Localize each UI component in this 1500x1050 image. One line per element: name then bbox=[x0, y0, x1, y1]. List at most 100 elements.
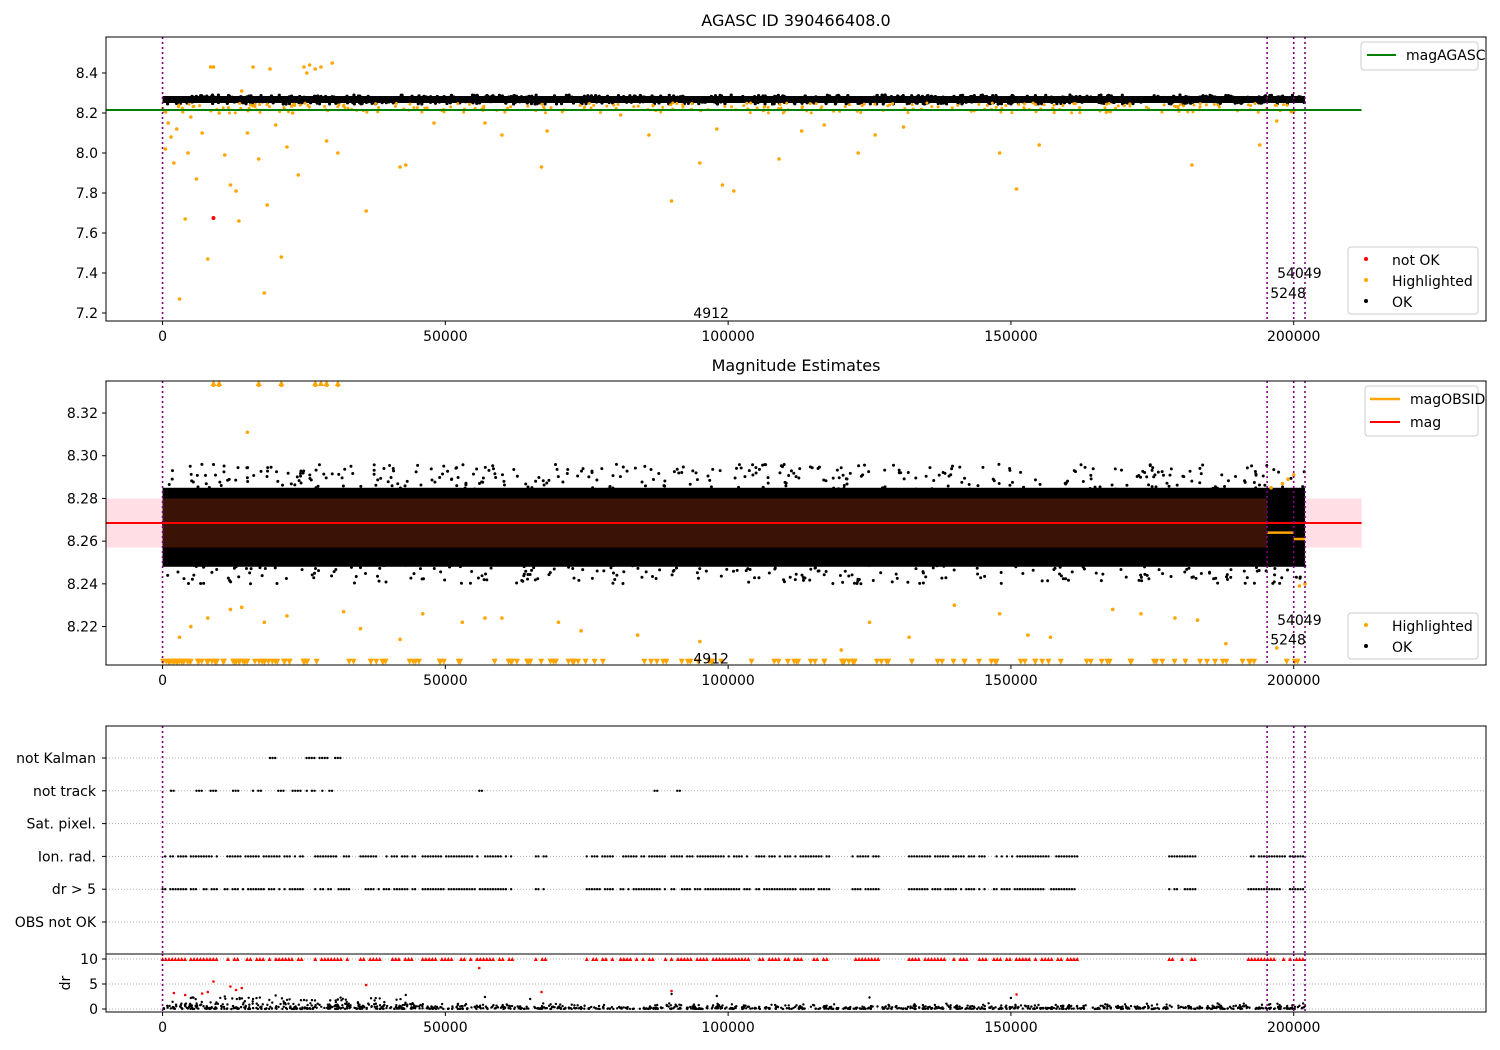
dr-point bbox=[1079, 1007, 1083, 1010]
ok-point bbox=[389, 475, 393, 479]
ok-point bbox=[1283, 548, 1287, 552]
highlighted-point bbox=[290, 111, 295, 115]
obsid-annotation: 4912 bbox=[693, 306, 729, 322]
ok-point bbox=[1025, 94, 1029, 98]
flag-point bbox=[967, 888, 971, 891]
ok-point bbox=[1254, 566, 1258, 570]
ok-point bbox=[1101, 572, 1105, 576]
dr-point bbox=[280, 997, 284, 1000]
dr-point bbox=[742, 1006, 746, 1009]
ok-point bbox=[1224, 93, 1228, 98]
flag-point bbox=[1018, 888, 1022, 891]
ok-point bbox=[1259, 101, 1263, 105]
flag-point bbox=[1294, 888, 1297, 891]
ok-point bbox=[793, 578, 797, 582]
ok-point bbox=[1281, 527, 1285, 531]
ok-point bbox=[449, 563, 453, 567]
ok-point bbox=[500, 473, 504, 477]
flag-point bbox=[321, 888, 325, 891]
highlighted-point bbox=[977, 102, 981, 106]
flag-point bbox=[1252, 855, 1255, 858]
ok-point bbox=[668, 96, 672, 100]
flag-point bbox=[406, 888, 409, 891]
legend-label: OK bbox=[1392, 295, 1413, 311]
flag-point bbox=[340, 888, 343, 891]
ok-point bbox=[993, 563, 997, 567]
ok-point bbox=[753, 576, 757, 580]
ok-point bbox=[982, 95, 986, 99]
ok-point bbox=[199, 547, 203, 551]
dr-point bbox=[583, 1004, 586, 1007]
ok-point bbox=[808, 578, 812, 582]
ok-point bbox=[286, 471, 290, 475]
ok-point bbox=[472, 93, 476, 98]
ok-point bbox=[905, 101, 909, 106]
ok-point bbox=[458, 565, 462, 569]
flag-point bbox=[439, 888, 443, 891]
flag-point bbox=[745, 855, 749, 858]
ok-point bbox=[688, 482, 692, 486]
flag-point bbox=[473, 888, 476, 891]
dr-point bbox=[347, 1002, 350, 1005]
ok-point bbox=[1243, 480, 1247, 484]
y-tick-label: 8.0 bbox=[76, 146, 98, 162]
ok-point bbox=[1217, 100, 1222, 104]
highlighted-point bbox=[1078, 106, 1082, 110]
ok-point bbox=[1066, 578, 1070, 582]
flag-point bbox=[680, 888, 684, 891]
highlighted-low-marker bbox=[1017, 658, 1024, 665]
highlighted-low-marker bbox=[748, 658, 755, 665]
highlighted-low-marker bbox=[373, 658, 380, 665]
dr-point bbox=[165, 1004, 169, 1007]
ok-point bbox=[800, 573, 804, 577]
flag-point bbox=[1273, 855, 1276, 858]
dr-point bbox=[519, 1007, 522, 1010]
flag-point bbox=[483, 855, 487, 858]
flag-point bbox=[1249, 855, 1253, 858]
dr-point bbox=[308, 1007, 312, 1010]
ok-point bbox=[1008, 467, 1012, 471]
ok-point bbox=[613, 577, 617, 581]
ok-point bbox=[337, 472, 341, 476]
flag-point bbox=[267, 855, 271, 858]
ok-point bbox=[979, 494, 983, 498]
highlighted-point bbox=[189, 115, 193, 119]
ok-point bbox=[902, 560, 906, 564]
dr-point bbox=[811, 1003, 815, 1007]
flag-point bbox=[1013, 888, 1016, 891]
flag-point bbox=[724, 888, 728, 891]
flag-point bbox=[1191, 855, 1194, 858]
ok-point bbox=[751, 473, 755, 477]
highlighted-point bbox=[785, 101, 789, 105]
ok-point bbox=[330, 574, 334, 578]
legend-bottom: not OKHighlightedOK bbox=[1347, 246, 1479, 315]
ok-point bbox=[1054, 487, 1058, 491]
ok-point bbox=[963, 476, 967, 480]
dr-point bbox=[884, 1005, 887, 1008]
ok-point bbox=[463, 100, 468, 104]
flag-point bbox=[683, 888, 686, 891]
flag-point bbox=[1065, 855, 1068, 858]
flag-point bbox=[442, 888, 445, 891]
ok-point bbox=[1120, 93, 1124, 97]
highlighted-point bbox=[820, 105, 824, 109]
legend-label: OK bbox=[1392, 640, 1413, 656]
flag-point bbox=[722, 855, 725, 858]
ok-point bbox=[890, 580, 894, 584]
ok-point bbox=[831, 476, 835, 480]
legend-marker bbox=[1364, 299, 1368, 303]
ok-point bbox=[491, 467, 495, 471]
flag-point bbox=[1031, 855, 1035, 858]
dr-point bbox=[550, 1005, 554, 1009]
highlighted-point bbox=[930, 105, 934, 109]
highlighted-point bbox=[860, 104, 864, 108]
ok-point bbox=[1198, 95, 1202, 99]
ok-point bbox=[734, 96, 739, 100]
ok-point bbox=[856, 101, 860, 106]
flag-point bbox=[307, 756, 311, 760]
ok-point bbox=[416, 463, 420, 467]
flag-point bbox=[959, 855, 963, 858]
ok-point bbox=[1277, 558, 1281, 562]
ok-point bbox=[822, 573, 826, 577]
ok-point bbox=[1239, 101, 1243, 105]
